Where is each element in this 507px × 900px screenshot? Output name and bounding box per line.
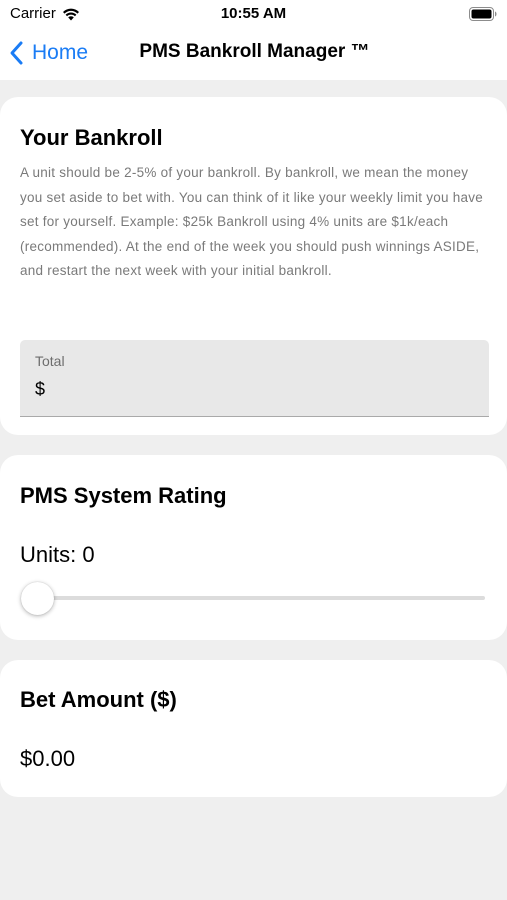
total-label: Total [35, 353, 65, 369]
bankroll-title: Your Bankroll [20, 125, 163, 150]
rating-title: PMS System Rating [20, 483, 227, 508]
total-field[interactable]: Total $ [20, 340, 489, 417]
bet-amount-value: $0.00 [20, 746, 76, 771]
bet-title: Bet Amount ($) [20, 687, 177, 712]
status-time: 10:55 AM [220, 5, 287, 22]
bankroll-description: A unit should be 2-5% of your bankroll. … [20, 165, 483, 278]
battery-icon [469, 7, 497, 21]
units-label: Units: 0 [20, 542, 95, 567]
total-currency-prefix: $ [35, 379, 46, 399]
units-slider-track[interactable] [37, 596, 485, 600]
page-title: PMS Bankroll Manager ™ [139, 41, 370, 62]
navigation-bar: Home PMS Bankroll Manager ™ [0, 28, 507, 80]
total-input[interactable] [50, 376, 470, 402]
bankroll-card: Your Bankroll A unit should be 2-5% of y… [0, 97, 507, 435]
bet-card: Bet Amount ($) $0.00 [0, 660, 507, 797]
rating-card: PMS System Rating Units: 0 [0, 455, 507, 640]
status-bar: Carrier 10:55 AM [0, 0, 507, 28]
units-slider-thumb[interactable] [21, 582, 54, 615]
